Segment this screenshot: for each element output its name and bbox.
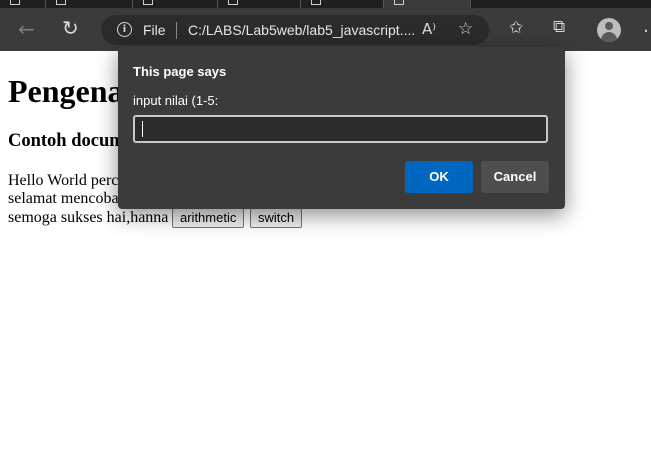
ok-button[interactable]: OK (405, 161, 473, 193)
back-arrow-icon[interactable]: ← (18, 17, 35, 41)
text-caret (142, 121, 143, 137)
add-favorite-icon[interactable]: ☆ (458, 19, 473, 39)
tab-favicon-icon (394, 0, 404, 5)
prompt-input[interactable] (133, 115, 548, 143)
collections-icon[interactable]: ⧉ (553, 17, 565, 37)
new-tab-area[interactable] (471, 0, 651, 8)
avatar-body (601, 32, 617, 42)
read-aloud-icon[interactable]: A⁾ (422, 20, 436, 38)
prompt-dialog: This page says input nilai (1-5: OK Canc… (118, 47, 565, 209)
text-line: Hello World perc (8, 172, 119, 189)
address-bar[interactable]: i File C:/LABS/Lab5web/lab5_javascript..… (101, 15, 489, 45)
browser-tab[interactable] (46, 0, 133, 8)
tab-favicon-icon (311, 0, 321, 5)
text-line: selamat mencoba (8, 190, 119, 207)
browser-tab[interactable] (218, 0, 301, 8)
browser-tab[interactable] (133, 0, 218, 8)
page-title: Pengena (8, 73, 124, 109)
tab-favicon-icon (56, 0, 66, 5)
dialog-title: This page says (133, 64, 227, 79)
more-menu-icon[interactable]: … (643, 16, 651, 37)
tab-favicon-icon (228, 0, 238, 5)
dialog-message: input nilai (1-5: (133, 93, 219, 108)
text-line: semoga sukses hai,hanna (8, 209, 169, 226)
profile-avatar-icon[interactable] (597, 18, 621, 42)
refresh-icon[interactable]: ↻ (62, 16, 79, 40)
tab-favicon-icon (143, 0, 153, 5)
tab-favicon-icon (10, 0, 20, 5)
info-icon[interactable]: i (117, 22, 132, 37)
address-url[interactable]: C:/LABS/Lab5web/lab5_javascript.... (188, 22, 415, 38)
cancel-button[interactable]: Cancel (481, 161, 549, 193)
address-separator (176, 22, 177, 39)
browser-tab-active[interactable] (384, 0, 471, 8)
browser-toolbar: ← ↻ i File C:/LABS/Lab5web/lab5_javascri… (0, 8, 651, 51)
avatar-head (605, 22, 613, 30)
page-subtitle: Contoh docum (8, 131, 125, 151)
tab-strip (0, 0, 651, 8)
address-scheme: File (143, 22, 166, 38)
switch-button[interactable]: switch (250, 208, 303, 228)
arithmetic-button[interactable]: arithmetic (172, 208, 245, 228)
browser-tab[interactable] (0, 0, 46, 8)
favorites-icon[interactable]: ✩ (509, 18, 523, 38)
browser-tab[interactable] (301, 0, 384, 8)
